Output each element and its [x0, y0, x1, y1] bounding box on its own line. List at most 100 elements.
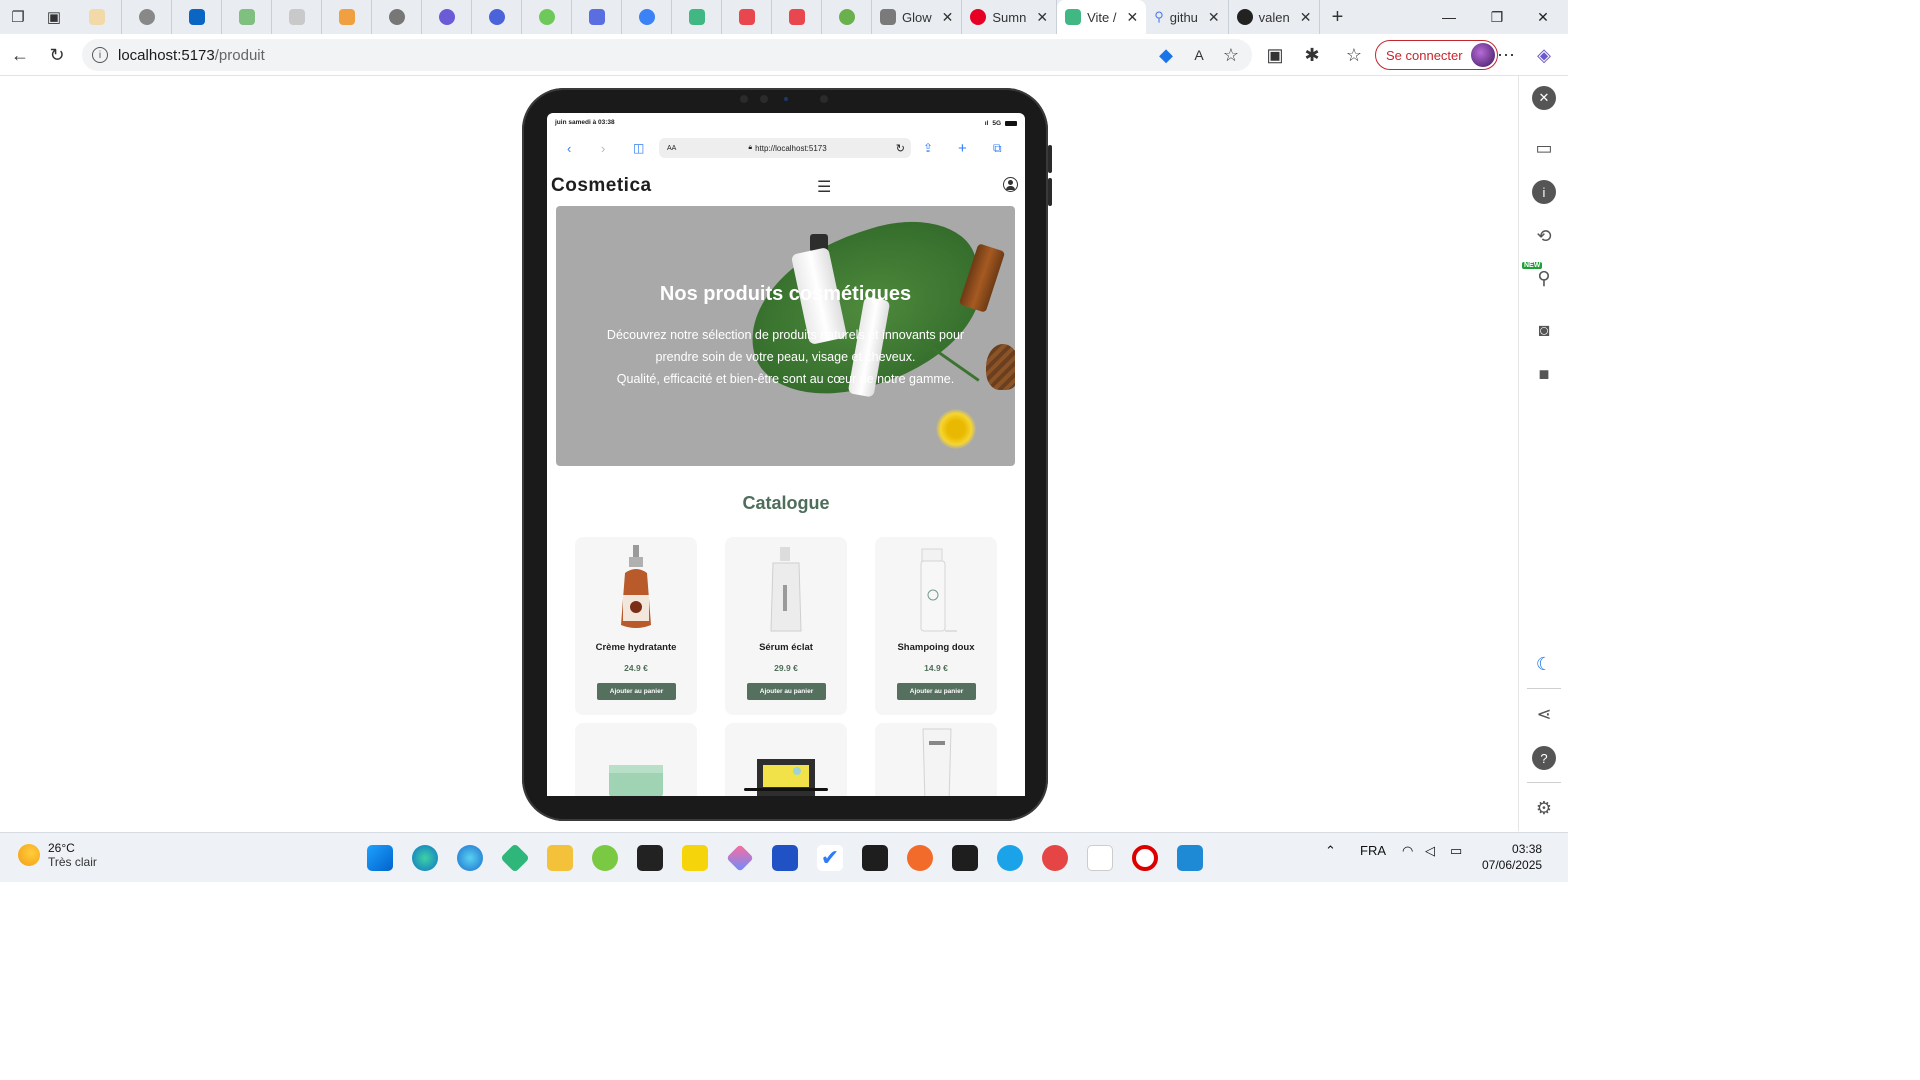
info-icon[interactable]: i: [1532, 180, 1556, 204]
add-to-cart-button[interactable]: Ajouter au panier: [747, 683, 826, 700]
pinned-tab[interactable]: [572, 0, 622, 34]
safari-address-field[interactable]: AA 🔒︎ http://localhost:5173 ↻: [659, 138, 911, 158]
show-hidden-icons[interactable]: ⌃: [1325, 843, 1336, 859]
pinned-tab[interactable]: [722, 0, 772, 34]
close-tab-icon[interactable]: ✕: [1300, 9, 1312, 26]
pinned-tab[interactable]: [222, 0, 272, 34]
miro-icon[interactable]: [682, 845, 708, 871]
add-to-cart-button[interactable]: Ajouter au panier: [597, 683, 676, 700]
settings-gear-icon[interactable]: ⚙: [1532, 796, 1556, 820]
close-window-button[interactable]: ✕: [1520, 0, 1566, 34]
affinity-icon[interactable]: [952, 845, 978, 871]
bookmarks-book-icon[interactable]: ◫: [633, 141, 644, 155]
product-card[interactable]: [575, 723, 697, 796]
forward-chevron-icon[interactable]: ›: [601, 141, 605, 156]
edge-icon[interactable]: [412, 845, 438, 871]
close-icon[interactable]: ✕: [1532, 86, 1556, 110]
close-tab-icon[interactable]: ✕: [1036, 9, 1048, 26]
pinned-tab[interactable]: [172, 0, 222, 34]
site-info-icon[interactable]: i: [92, 47, 108, 63]
app-icon[interactable]: [726, 844, 754, 872]
volume-icon[interactable]: ◁: [1425, 843, 1435, 859]
workspaces-icon[interactable]: ❐: [0, 0, 36, 34]
app-icon[interactable]: [1042, 845, 1068, 871]
read-aloud-icon[interactable]: A: [1185, 41, 1213, 69]
product-card[interactable]: [875, 723, 997, 796]
pinned-tab[interactable]: [72, 0, 122, 34]
refresh-button[interactable]: ↻: [43, 41, 71, 69]
add-to-cart-button[interactable]: Ajouter au panier: [897, 683, 976, 700]
pinned-tab[interactable]: [322, 0, 372, 34]
language-indicator[interactable]: FRA: [1360, 843, 1386, 858]
tab-pinterest[interactable]: Sumn ✕: [962, 0, 1058, 34]
address-bar[interactable]: i localhost:5173/produit: [82, 39, 1252, 71]
share-icon[interactable]: ⋖: [1532, 702, 1556, 726]
extensions-puzzle-icon[interactable]: ✱: [1298, 41, 1326, 69]
new-tab-plus-icon[interactable]: +: [958, 140, 967, 157]
tabs-overview-icon[interactable]: ⧉: [993, 141, 1002, 156]
sign-in-button[interactable]: Se connecter: [1375, 40, 1498, 70]
user-account-icon[interactable]: [1003, 177, 1018, 192]
help-icon[interactable]: ?: [1532, 746, 1556, 770]
app-icon[interactable]: [997, 845, 1023, 871]
product-card[interactable]: Sérum éclat 29.9 € Ajouter au panier: [725, 537, 847, 715]
figma-icon[interactable]: [862, 845, 888, 871]
file-explorer-icon[interactable]: [547, 845, 573, 871]
vertical-tabs-icon[interactable]: ▣: [36, 0, 72, 34]
restore-button[interactable]: ❐: [1474, 0, 1520, 34]
close-tab-icon[interactable]: ✕: [942, 9, 954, 26]
pinned-tab[interactable]: [122, 0, 172, 34]
extension-icon[interactable]: ▣: [1261, 41, 1289, 69]
zoom-icon[interactable]: ⚲: [1532, 266, 1556, 290]
product-card[interactable]: Crème hydratante 24.9 € Ajouter au panie…: [575, 537, 697, 715]
share-icon[interactable]: ⇪: [923, 141, 933, 155]
favorites-icon[interactable]: ☆: [1340, 41, 1368, 69]
new-tab-button[interactable]: +: [1320, 0, 1354, 34]
site-logo[interactable]: Cosmetica: [551, 175, 652, 197]
camera-icon[interactable]: ◙: [1532, 318, 1556, 342]
rotate-icon[interactable]: ⟲: [1532, 224, 1556, 248]
tag-icon[interactable]: ◆: [1152, 41, 1180, 69]
app-icon[interactable]: [907, 845, 933, 871]
vscode-icon[interactable]: [1177, 845, 1203, 871]
pinned-tab[interactable]: [422, 0, 472, 34]
pinned-tab[interactable]: [672, 0, 722, 34]
app-icon[interactable]: [772, 845, 798, 871]
favorite-star-icon[interactable]: ☆: [1217, 41, 1245, 69]
product-card[interactable]: [725, 723, 847, 796]
more-menu-icon[interactable]: ⋯: [1492, 41, 1520, 69]
devices-icon[interactable]: ▭: [1532, 136, 1556, 160]
tab-glow[interactable]: Glow ✕: [872, 0, 963, 34]
app-icon[interactable]: [500, 843, 530, 873]
reader-aa[interactable]: AA: [667, 145, 676, 152]
app-icon[interactable]: [592, 845, 618, 871]
app-icon[interactable]: [637, 845, 663, 871]
opera-icon[interactable]: [1132, 845, 1158, 871]
video-icon[interactable]: ■: [1532, 362, 1556, 386]
start-windows-icon[interactable]: [367, 845, 393, 871]
battery-icon[interactable]: ▭: [1450, 843, 1462, 859]
edge-beta-icon[interactable]: [457, 845, 483, 871]
pinned-tab[interactable]: [772, 0, 822, 34]
reload-icon[interactable]: ↻: [896, 142, 905, 155]
tab-vite[interactable]: Vite / ✕: [1057, 0, 1147, 34]
back-button[interactable]: ←: [6, 41, 34, 69]
app-icon[interactable]: [1087, 845, 1113, 871]
tab-github-search[interactable]: ⚲ githu ✕: [1146, 0, 1229, 34]
todo-check-icon[interactable]: ✔: [817, 845, 843, 871]
pinned-tab[interactable]: [272, 0, 322, 34]
product-card[interactable]: Shampoing doux 14.9 € Ajouter au panier: [875, 537, 997, 715]
pinned-tab[interactable]: [472, 0, 522, 34]
tab-github[interactable]: valen ✕: [1229, 0, 1321, 34]
copilot-icon[interactable]: ◈: [1530, 41, 1558, 69]
pinned-tab[interactable]: [372, 0, 422, 34]
dark-mode-icon[interactable]: ☾: [1532, 652, 1556, 676]
back-chevron-icon[interactable]: ‹: [567, 141, 571, 156]
pinned-tab[interactable]: [522, 0, 572, 34]
system-clock[interactable]: 03:38 07/06/2025: [1482, 841, 1542, 873]
wifi-icon[interactable]: ◠: [1402, 843, 1413, 859]
minimize-button[interactable]: —: [1426, 0, 1472, 34]
hamburger-menu-icon[interactable]: ☰: [817, 177, 831, 197]
pinned-tab[interactable]: [622, 0, 672, 34]
weather-widget[interactable]: 26°C Très clair: [18, 841, 97, 869]
